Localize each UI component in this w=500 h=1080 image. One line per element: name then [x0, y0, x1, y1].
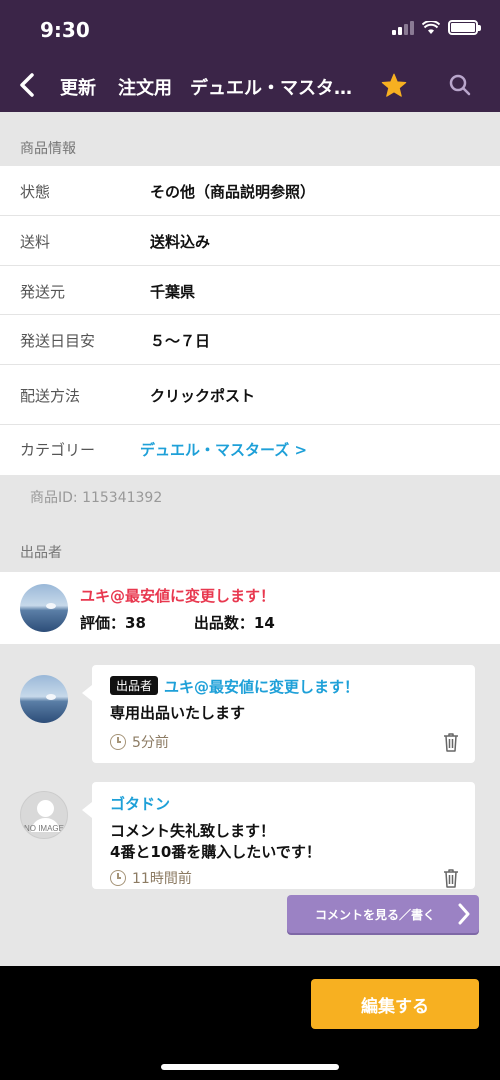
comment-time-text: 11時間前	[132, 871, 192, 887]
product-info-list: 状態 その他（商品説明参照） 送料 送料込み 発送元 千葉県 発送日目安 ５〜７…	[0, 166, 500, 475]
back-button[interactable]	[12, 68, 42, 102]
top-bar: 9:30 更新 注文用 デュエル・マスターズ	[0, 0, 500, 112]
info-label: 送料	[20, 233, 51, 251]
seller-avatar	[20, 584, 68, 632]
seller-stats: 評価：38 出品数：14	[80, 612, 275, 633]
no-image-avatar: NO IMAGE	[20, 791, 68, 839]
info-row-condition: 状態 その他（商品説明参照）	[0, 166, 500, 216]
signal-icon	[392, 20, 414, 35]
comment-line: 4番と10番を購入したいです！	[110, 843, 321, 861]
home-indicator	[161, 1064, 339, 1070]
info-label: 配送方法	[20, 387, 81, 405]
bottom-bar: 編集する	[0, 966, 500, 1080]
page-title: 注文用 デュエル・マスターズ	[118, 78, 358, 99]
wifi-icon	[422, 20, 440, 34]
status-time: 9:30	[40, 18, 90, 42]
comment-line: コメント失礼致します！	[110, 822, 276, 840]
battery-icon	[448, 20, 481, 35]
seller-card[interactable]: ユキ@最安値に変更します！ 評価：38 出品数：14	[0, 572, 500, 644]
comment-text: 専用出品いたします	[110, 704, 246, 722]
info-row-ship-days: 発送日目安 ５〜７日	[0, 315, 500, 365]
seller-name: ユキ@最安値に変更します！	[80, 587, 276, 605]
trash-icon[interactable]	[441, 731, 461, 753]
info-row-ship-from: 発送元 千葉県	[0, 266, 500, 315]
no-image-label: NO IMAGE	[23, 824, 64, 833]
comment-item: 出品者 ユキ@最安値に変更します！ 専用出品いたします 5分前	[82, 665, 475, 763]
info-label: カテゴリー	[20, 441, 96, 459]
view-comments-button[interactable]: コメントを見る／書く	[287, 895, 479, 933]
listings-value: 14	[253, 614, 275, 632]
comment-header: ゴタドン	[110, 793, 170, 814]
star-icon	[381, 73, 407, 97]
edit-button[interactable]: 編集する	[311, 979, 479, 1029]
comment-item: ゴタドン コメント失礼致します！ 4番と10番を購入したいです！ 11時間前	[82, 782, 475, 889]
info-value: クリックポスト	[150, 387, 256, 405]
comment-header: 出品者 ユキ@最安値に変更します！	[110, 676, 359, 697]
status-icons	[392, 20, 481, 35]
info-label: 発送元	[20, 283, 66, 301]
info-value: 千葉県	[150, 283, 196, 301]
info-row-category: カテゴリー デュエル・マスターズ >	[0, 425, 500, 475]
comment-time-text: 5分前	[132, 735, 169, 751]
product-info-header: 商品情報	[20, 141, 76, 157]
rating-value: 38	[125, 614, 146, 632]
seller-header: 出品者	[20, 545, 62, 561]
search-button[interactable]	[444, 68, 476, 102]
trash-icon[interactable]	[441, 867, 461, 889]
comment-time: 5分前	[110, 732, 169, 752]
info-label: 状態	[20, 183, 51, 201]
nav-bar: 更新 注文用 デュエル・マスターズ	[0, 60, 500, 110]
info-row-delivery-method: 配送方法 クリックポスト	[0, 365, 500, 425]
info-value: ５〜７日	[150, 332, 211, 350]
comment-text: コメント失礼致します！ 4番と10番を購入したいです！	[110, 821, 321, 863]
listings-label: 出品数：	[193, 614, 254, 632]
rating-label: 評価：	[80, 614, 126, 632]
favorite-button[interactable]	[378, 68, 410, 102]
info-value: その他（商品説明参照）	[150, 183, 316, 201]
seller-tag: 出品者	[110, 676, 159, 695]
product-id: 商品ID: 115341392	[30, 490, 163, 506]
info-value: 送料込み	[150, 233, 211, 251]
category-link[interactable]: デュエル・マスターズ >	[140, 439, 307, 460]
view-comments-label: コメントを見る／書く	[315, 907, 436, 922]
update-button[interactable]: 更新	[60, 74, 96, 100]
search-icon	[449, 74, 471, 96]
comment-author[interactable]: ゴタドン	[110, 795, 170, 813]
clock-icon	[110, 870, 126, 886]
comment-time: 11時間前	[110, 868, 192, 888]
comment-author[interactable]: ユキ@最安値に変更します！	[164, 678, 359, 696]
chevron-right-icon	[458, 903, 470, 925]
info-row-shipping-fee: 送料 送料込み	[0, 216, 500, 266]
comment-avatar	[20, 675, 68, 723]
clock-icon	[110, 734, 126, 750]
chevron-left-icon	[20, 73, 34, 97]
info-label: 発送日目安	[20, 332, 96, 350]
